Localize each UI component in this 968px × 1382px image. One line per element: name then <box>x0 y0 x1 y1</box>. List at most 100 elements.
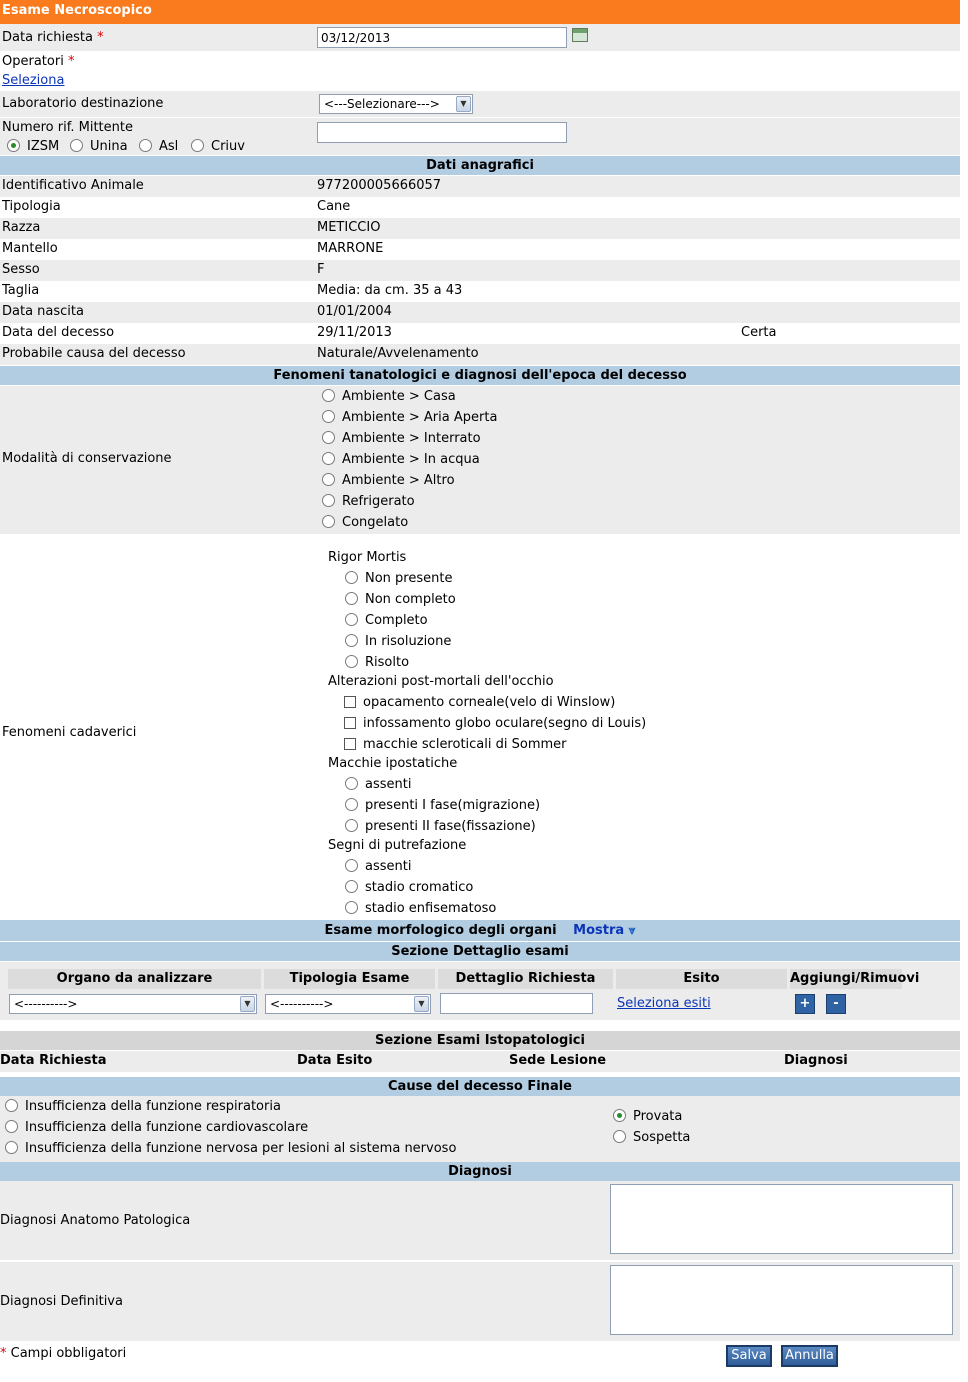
occhio-option[interactable]: infossamento globo oculare(segno di Loui… <box>344 716 646 731</box>
save-button[interactable]: Salva <box>726 1345 772 1367</box>
conservazione-option[interactable]: Refrigerato <box>322 494 415 509</box>
anagrafici-value: Cane <box>317 199 351 214</box>
causa-option[interactable]: Insufficienza della funzione nervosa per… <box>5 1141 456 1156</box>
mittente-radio-izsm[interactable]: IZSM <box>7 139 59 154</box>
anagrafici-label: Data del decesso <box>2 325 115 340</box>
option-label: Unina <box>90 139 128 154</box>
diagnosi-definitiva-textarea[interactable] <box>610 1265 953 1335</box>
option-label: stadio cromatico <box>365 880 474 895</box>
anagrafici-row: Razza METICCIO <box>0 218 960 239</box>
row-diagnosi-definitiva: Diagnosi Definitiva <box>0 1262 960 1341</box>
anagrafici-value: 977200005666057 <box>317 178 442 193</box>
mittente-radio-unina[interactable]: Unina <box>70 139 128 154</box>
anagrafici-table: Identificativo Animale 977200005666057 Ti… <box>0 176 960 365</box>
rigor-option[interactable]: Risolto <box>345 655 409 670</box>
anagrafici-value: 29/11/2013 <box>317 325 392 340</box>
required-note: * Campi obbligatori <box>0 1346 126 1361</box>
rigor-option[interactable]: Non presente <box>345 571 452 586</box>
cancel-button[interactable]: Annulla <box>781 1345 838 1367</box>
certainty-option-sospetta[interactable]: Sospetta <box>613 1130 690 1145</box>
option-label: Refrigerato <box>342 494 415 509</box>
cadaverici-label: Fenomeni cadaverici <box>2 725 137 740</box>
ipostatiche-option[interactable]: presenti II fase(fissazione) <box>345 819 536 834</box>
conservazione-option[interactable]: Ambiente > Aria Aperta <box>322 410 497 425</box>
section-fenomeni-tanatologici: Fenomeni tanatologici e diagnosi dell'ep… <box>0 366 960 385</box>
conservazione-option[interactable]: Ambiente > Altro <box>322 473 455 488</box>
rigor-option[interactable]: In risoluzione <box>345 634 451 649</box>
conservazione-option[interactable]: Ambiente > In acqua <box>322 452 480 467</box>
header-sede-lesione: Sede Lesione <box>509 1053 607 1068</box>
causa-option[interactable]: Insufficienza della funzione cardiovasco… <box>5 1120 308 1135</box>
option-label: Non presente <box>365 571 453 586</box>
remove-row-button[interactable]: - <box>826 994 846 1014</box>
radio-icon <box>322 452 335 465</box>
option-label: infossamento globo oculare(segno di Loui… <box>363 716 647 731</box>
option-label: presenti II fase(fissazione) <box>365 819 536 834</box>
conservazione-option[interactable]: Ambiente > Casa <box>322 389 456 404</box>
option-label: Ambiente > Interrato <box>342 431 481 446</box>
numero-rif-input[interactable] <box>317 122 567 143</box>
anagrafici-label: Probabile causa del decesso <box>2 346 186 361</box>
organo-select[interactable]: <----------> ▼ <box>9 994 257 1014</box>
radio-icon <box>345 901 358 914</box>
mittente-radio-asl[interactable]: Asl <box>139 139 178 154</box>
causa-option[interactable]: Insufficienza della funzione respiratori… <box>5 1099 281 1114</box>
morfologico-title: Esame morfologico degli organi <box>324 923 557 938</box>
anagrafici-label: Sesso <box>2 262 40 277</box>
ipostatiche-option[interactable]: presenti I fase(migrazione) <box>345 798 540 813</box>
occhio-option[interactable]: macchie scleroticali di Sommer <box>344 737 567 752</box>
add-row-button[interactable]: + <box>795 994 815 1014</box>
laboratorio-label: Laboratorio destinazione <box>2 96 164 111</box>
anagrafici-row: Tipologia Cane <box>0 197 960 218</box>
mostra-link[interactable]: Mostra <box>573 923 624 938</box>
conservazione-option[interactable]: Ambiente > Interrato <box>322 431 481 446</box>
rigor-option[interactable]: Completo <box>345 613 428 628</box>
header-data-esito: Data Esito <box>297 1053 373 1068</box>
option-label: Sospetta <box>633 1130 691 1145</box>
occhio-option[interactable]: opacamento corneale(velo di Winslow) <box>344 695 615 710</box>
radio-icon <box>345 880 358 893</box>
certainty-option-provata[interactable]: Provata <box>613 1109 682 1124</box>
putrefazione-option[interactable]: stadio cromatico <box>345 880 473 895</box>
mittente-radio-criuv[interactable]: Criuv <box>191 139 245 154</box>
laboratorio-select[interactable]: <---Selezionare---> ▼ <box>319 94 473 114</box>
radio-icon <box>322 431 335 444</box>
checkbox-icon <box>344 717 356 729</box>
organo-select-value: <----------> <box>14 997 78 1011</box>
radio-icon <box>191 139 204 152</box>
ipostatiche-title: Macchie ipostatiche <box>328 756 458 771</box>
putrefazione-option[interactable]: assenti <box>345 859 411 874</box>
option-label: Insufficienza della funzione nervosa per… <box>25 1141 457 1156</box>
header-diagnosi: Diagnosi <box>784 1053 848 1068</box>
dettaglio-richiesta-input[interactable] <box>440 993 593 1014</box>
seleziona-esiti-link[interactable]: Seleziona esiti <box>617 996 711 1011</box>
rigor-option[interactable]: Non completo <box>345 592 456 607</box>
option-label: Criuv <box>211 139 245 154</box>
laboratorio-select-value: <---Selezionare---> <box>324 97 440 111</box>
operatori-label: Operatori * <box>2 54 74 69</box>
radio-icon <box>345 592 358 605</box>
ipostatiche-option[interactable]: assenti <box>345 777 411 792</box>
calendar-icon[interactable] <box>572 28 588 42</box>
radio-icon <box>345 819 358 832</box>
radio-icon <box>345 798 358 811</box>
option-label: Ambiente > Altro <box>342 473 455 488</box>
putrefazione-option[interactable]: stadio enfisematoso <box>345 901 496 916</box>
option-label: stadio enfisematoso <box>365 901 497 916</box>
seleziona-operatori-link[interactable]: Seleziona <box>2 73 64 88</box>
anagrafici-value: F <box>317 262 325 277</box>
option-label: Provata <box>633 1109 683 1124</box>
section-esami-istopatologici: Sezione Esami Istopatologici <box>0 1031 960 1050</box>
radio-icon <box>5 1099 18 1112</box>
footer-row: * Campi obbligatori Salva Annulla <box>0 1341 960 1371</box>
tipologia-select-value: <----------> <box>270 997 334 1011</box>
tipologia-select[interactable]: <----------> ▼ <box>265 994 431 1014</box>
data-richiesta-input[interactable] <box>317 27 567 48</box>
option-label: Asl <box>159 139 179 154</box>
conservazione-option[interactable]: Congelato <box>322 515 408 530</box>
anagrafici-label: Razza <box>2 220 41 235</box>
diagnosi-anatomo-textarea[interactable] <box>610 1184 953 1254</box>
double-chevron-down-icon[interactable]: ⩔ <box>629 923 636 937</box>
data-richiesta-text: Data richiesta <box>2 30 93 45</box>
